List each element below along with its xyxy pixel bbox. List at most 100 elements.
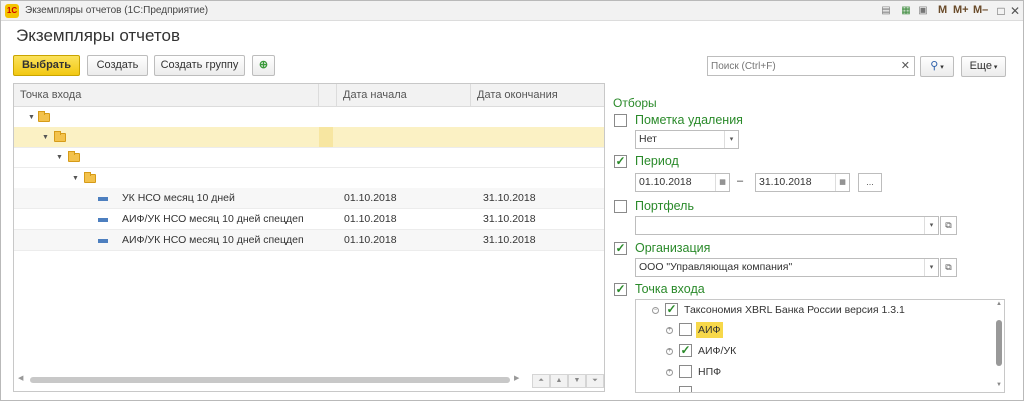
tree-row-folder[interactable]: ▼ bbox=[14, 147, 604, 168]
deletion-mark-select[interactable]: Нет ▾ bbox=[635, 130, 739, 149]
tree-item-checkbox[interactable] bbox=[679, 365, 692, 378]
expand-icon[interactable]: + bbox=[666, 327, 673, 334]
clear-icon[interactable]: ✕ bbox=[901, 59, 910, 72]
cell-entry-point: АИФ/УК НСО месяц 10 дней спецдеп bbox=[122, 234, 304, 246]
window-title: Экземпляры отчетов (1С:Предприятие) bbox=[25, 5, 209, 16]
organization-checkbox[interactable]: ✓ bbox=[614, 242, 627, 255]
deletion-mark-checkbox[interactable] bbox=[614, 114, 627, 127]
tree-item-checkbox[interactable]: ✓ bbox=[665, 303, 678, 316]
organization-label: Организация bbox=[635, 241, 711, 255]
calendar-icon[interactable]: ▣ bbox=[916, 4, 930, 18]
expand-icon[interactable]: ▼ bbox=[42, 134, 49, 141]
column-header-spacer bbox=[319, 84, 337, 107]
period-separator: – bbox=[737, 175, 744, 187]
title-bar: 1С Экземпляры отчетов (1С:Предприятие) ▤… bbox=[1, 1, 1023, 21]
entry-point-checkbox[interactable]: ✓ bbox=[614, 283, 627, 296]
tree-item-label: АИФ/УК bbox=[698, 345, 737, 357]
scroll-up-icon[interactable]: ▲ bbox=[996, 301, 1002, 307]
calendar-icon[interactable]: ▦ bbox=[835, 174, 849, 191]
app-window: 1С Экземпляры отчетов (1С:Предприятие) ▤… bbox=[0, 0, 1024, 401]
cell-entry-point: АИФ/УК НСО месяц 10 дней спецдеп bbox=[122, 213, 304, 225]
more-button[interactable]: Еще ▾ bbox=[961, 56, 1006, 77]
create-button[interactable]: Создать bbox=[87, 55, 148, 76]
portfolio-open-button[interactable]: ⧉ bbox=[940, 216, 957, 235]
calendar-icon[interactable]: ▦ bbox=[715, 174, 729, 191]
portfolio-select[interactable]: ▾ bbox=[635, 216, 939, 235]
organization-select[interactable]: ООО "Управляющая компания" ▾ bbox=[635, 258, 939, 277]
spreadsheet-icon[interactable]: ▦ bbox=[899, 4, 913, 18]
table-row[interactable]: АИФ/УК НСО месяц 10 дней спецдеп 01.10.2… bbox=[14, 209, 604, 230]
folder-icon bbox=[54, 131, 66, 142]
collapse-icon[interactable]: − bbox=[652, 307, 659, 314]
report-item-icon bbox=[98, 218, 108, 222]
tree-item-checkbox[interactable]: ✓ bbox=[679, 344, 692, 357]
report-item-icon bbox=[98, 239, 108, 243]
organization-open-button[interactable]: ⧉ bbox=[940, 258, 957, 277]
scroll-right-icon[interactable]: ▶ bbox=[514, 374, 519, 382]
scroll-down-icon[interactable]: ▼ bbox=[996, 382, 1002, 388]
folder-icon bbox=[84, 172, 96, 183]
nav-first-button[interactable]: ⏶ bbox=[532, 374, 550, 388]
print-icon[interactable]: ▤ bbox=[879, 4, 893, 18]
nav-prev-button[interactable]: ▲ bbox=[550, 374, 568, 388]
nav-next-button[interactable]: ▼ bbox=[568, 374, 586, 388]
memory-minus-button[interactable]: M– bbox=[973, 4, 988, 16]
scroll-left-icon[interactable]: ◀ bbox=[18, 374, 23, 382]
period-label: Период bbox=[635, 154, 679, 168]
column-header-entry-point[interactable]: Точка входа bbox=[14, 84, 319, 107]
chevron-down-icon[interactable]: ▾ bbox=[924, 259, 938, 276]
tree-item[interactable]: + ✓ АИФ/УК bbox=[636, 341, 996, 361]
cell-end-date: 31.10.2018 bbox=[483, 192, 536, 204]
create-group-button[interactable]: Создать группу bbox=[154, 55, 245, 76]
column-header-start-date[interactable]: Дата начала bbox=[337, 84, 471, 107]
tree-item[interactable]: − ✓ Таксономия XBRL Банка России версия … bbox=[636, 300, 996, 320]
cell-start-date: 01.10.2018 bbox=[344, 213, 397, 225]
search-input[interactable] bbox=[708, 57, 894, 75]
expand-icon[interactable]: ▼ bbox=[56, 154, 63, 161]
portfolio-checkbox[interactable] bbox=[614, 200, 627, 213]
memory-plus-button[interactable]: M+ bbox=[953, 4, 969, 16]
search-box[interactable]: ✕ bbox=[707, 56, 915, 76]
tree-row-folder-selected[interactable]: ▼ bbox=[14, 127, 604, 148]
tree-item[interactable]: + АИФ bbox=[636, 320, 996, 340]
tree-row-folder[interactable]: ▼ bbox=[14, 168, 604, 189]
period-to-field[interactable]: 31.10.2018 ▦ bbox=[755, 173, 850, 192]
period-checkbox[interactable]: ✓ bbox=[614, 155, 627, 168]
tree-item-checkbox[interactable] bbox=[679, 323, 692, 336]
cell-end-date: 31.10.2018 bbox=[483, 234, 536, 246]
cell-entry-point: УК НСО месяц 10 дней bbox=[122, 192, 235, 204]
expand-icon[interactable]: + bbox=[666, 348, 673, 355]
tree-item-partial[interactable] bbox=[636, 383, 996, 392]
memory-m-button[interactable]: M bbox=[938, 4, 947, 16]
period-from-field[interactable]: 01.10.2018 ▦ bbox=[635, 173, 730, 192]
open-icon: ⧉ bbox=[945, 220, 952, 230]
period-choose-button[interactable]: ... bbox=[858, 173, 882, 192]
tree-item-label: АИФ bbox=[696, 322, 723, 338]
close-icon[interactable]: ✕ bbox=[1007, 3, 1023, 19]
tree-row-folder[interactable]: ▼ bbox=[14, 107, 604, 128]
tree-item-checkbox[interactable] bbox=[679, 386, 692, 392]
copy-button[interactable]: ⊕ bbox=[252, 55, 275, 76]
reports-grid[interactable]: Точка входа Дата начала Дата окончания ▼… bbox=[13, 83, 605, 392]
tree-item[interactable]: + НПФ bbox=[636, 362, 996, 382]
table-row[interactable]: УК НСО месяц 10 дней 01.10.2018 31.10.20… bbox=[14, 188, 604, 209]
filters-title: Отборы bbox=[613, 96, 657, 110]
column-header-end-date[interactable]: Дата окончания bbox=[471, 84, 604, 107]
folder-icon bbox=[38, 111, 50, 122]
first-icon: ⏶ bbox=[538, 377, 544, 384]
chevron-down-icon[interactable]: ▾ bbox=[724, 131, 738, 148]
search-button[interactable]: ⚲ ▾ bbox=[920, 56, 954, 77]
chevron-down-icon[interactable]: ▾ bbox=[924, 217, 938, 234]
vertical-scrollbar[interactable] bbox=[996, 320, 1002, 366]
expand-icon[interactable]: ▼ bbox=[28, 114, 35, 121]
select-button[interactable]: Выбрать bbox=[13, 55, 80, 76]
nav-last-button[interactable]: ⏷ bbox=[586, 374, 604, 388]
expand-icon[interactable]: ▼ bbox=[72, 175, 79, 182]
expand-icon[interactable]: + bbox=[666, 369, 673, 376]
entry-point-tree[interactable]: − ✓ Таксономия XBRL Банка России версия … bbox=[635, 299, 1005, 393]
selection-marker bbox=[319, 127, 333, 147]
table-row[interactable]: АИФ/УК НСО месяц 10 дней спецдеп 01.10.2… bbox=[14, 230, 604, 251]
horizontal-scrollbar[interactable] bbox=[30, 377, 510, 383]
report-item-icon bbox=[98, 197, 108, 201]
deletion-mark-label: Пометка удаления bbox=[635, 113, 743, 127]
